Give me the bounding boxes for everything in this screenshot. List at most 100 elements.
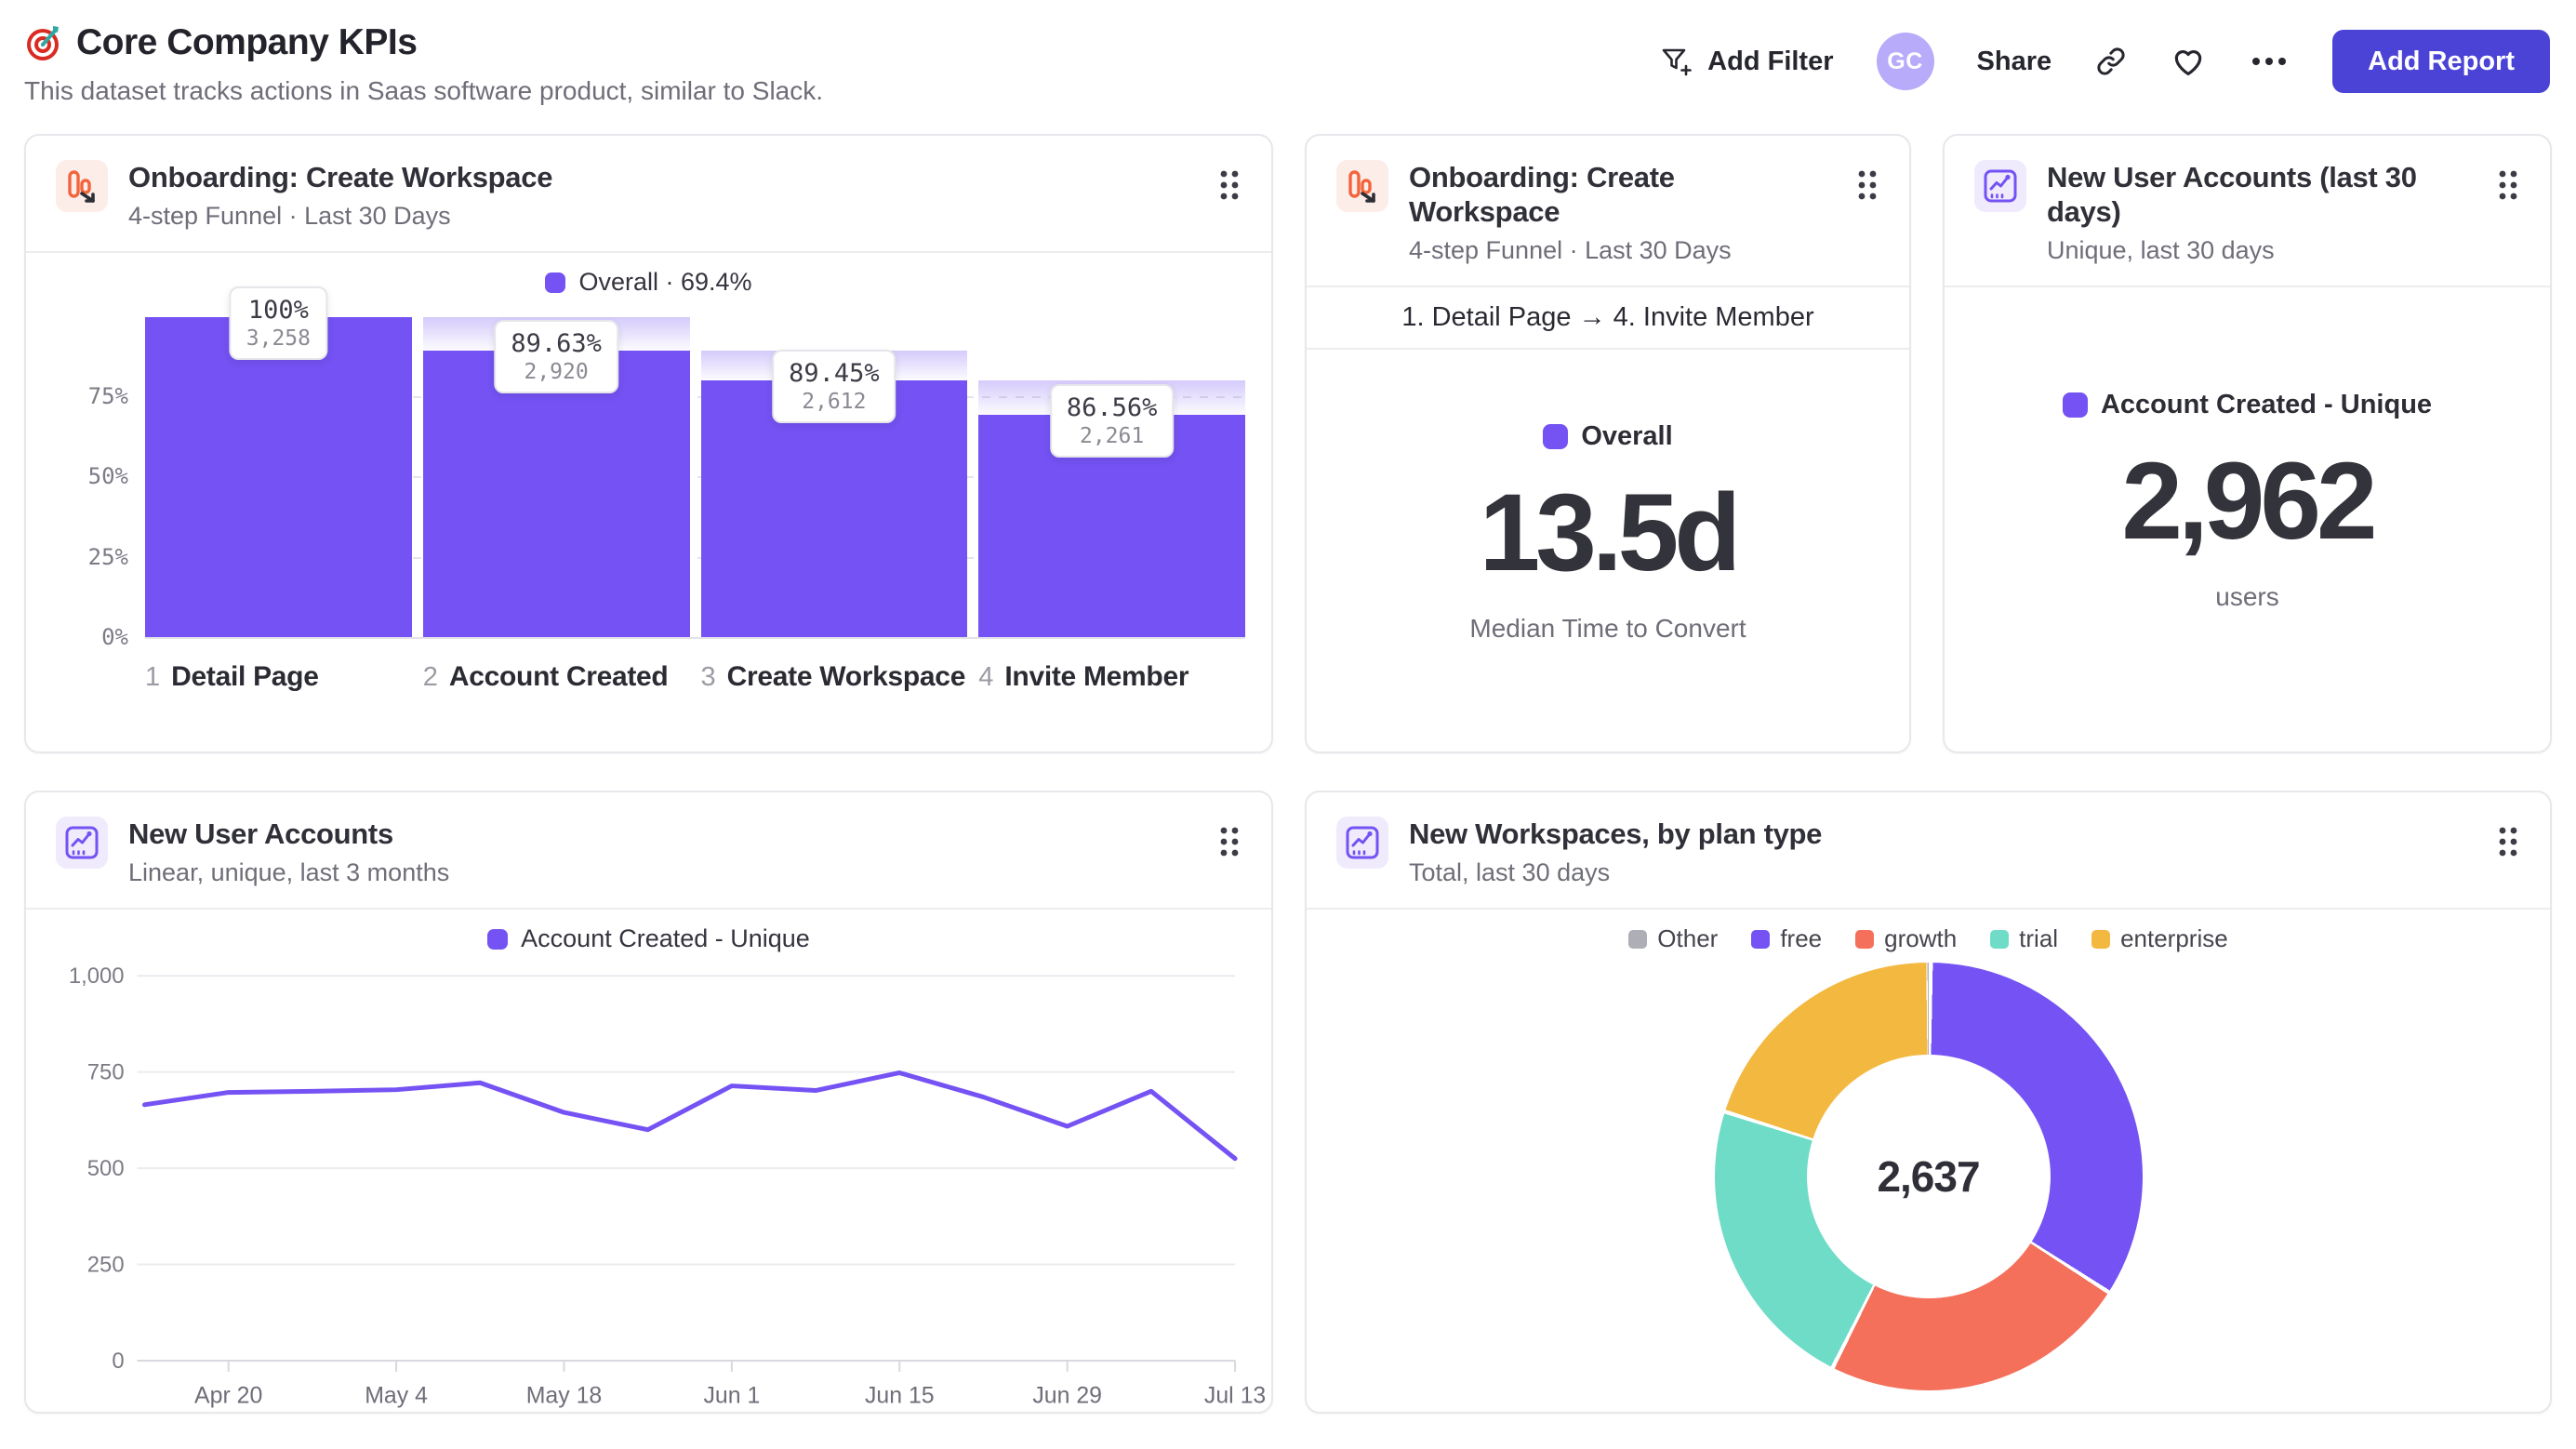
card-subtitle: Total, last 30 days xyxy=(1409,858,1611,887)
legend-swatch xyxy=(545,272,566,293)
donut-total: 2,637 xyxy=(1877,1151,1980,1201)
page-title-row: Core Company KPIs xyxy=(24,22,823,63)
funnel-step-name: Account Created xyxy=(448,661,669,693)
funnel-bar[interactable]: 89.63% 2,920 xyxy=(422,317,690,638)
metric-legend[interactable]: Overall xyxy=(1543,420,1673,452)
legend-item[interactable]: growth xyxy=(1855,924,1957,953)
legend-swatch xyxy=(1628,929,1648,949)
card-title: New User Accounts (last 30 days) xyxy=(2047,161,2417,229)
legend-swatch xyxy=(1543,423,1569,449)
heart-icon xyxy=(2174,50,2202,76)
legend-label: Overall xyxy=(1581,420,1673,451)
line-xtick-label: Jun 1 xyxy=(703,1383,760,1409)
funnel-step-name: Invite Member xyxy=(1004,661,1189,693)
legend-item[interactable]: free xyxy=(1751,924,1822,953)
add-filter-label: Add Filter xyxy=(1707,46,1834,76)
legend-label: Other xyxy=(1657,924,1719,953)
funnel-bar[interactable]: 100% 3,258 xyxy=(145,286,412,638)
legend-label: free xyxy=(1780,924,1823,953)
line-chart-icon xyxy=(56,817,108,869)
metric-caption: users xyxy=(2215,582,2279,612)
funnel-rate: 89.63% xyxy=(511,328,602,358)
card-subtitle: Linear, unique, last 3 months xyxy=(128,858,450,887)
card-header: Onboarding: Create Workspace 4-step Funn… xyxy=(1307,136,1909,286)
legend-swatch xyxy=(1990,929,2010,949)
line-series[interactable] xyxy=(141,1070,1238,1162)
favorite-button[interactable] xyxy=(2171,44,2206,79)
line-xtick-label: Jun 29 xyxy=(1032,1383,1102,1409)
share-button[interactable]: Share xyxy=(1977,47,2052,77)
filter-plus-icon xyxy=(1662,48,1692,76)
page-title: Core Company KPIs xyxy=(76,22,418,62)
drag-handle-icon[interactable] xyxy=(2492,164,2524,209)
target-icon xyxy=(27,26,59,60)
more-ellipsis-icon xyxy=(2252,58,2287,65)
donut-chart[interactable]: 2,637 xyxy=(1714,962,2143,1390)
avatar[interactable]: GC xyxy=(1876,33,1934,90)
card-subtitle: 4-step Funnel · Last 30 Days xyxy=(128,202,451,231)
card-time-to-convert: Onboarding: Create Workspace 4-step Funn… xyxy=(1305,134,1911,753)
donut-legend: Other free growth trial enterprise xyxy=(1307,924,2550,953)
funnel-legend[interactable]: Overall · 69.4% xyxy=(26,268,1271,297)
funnel-step-name: Create Workspace xyxy=(726,661,966,693)
legend-swatch xyxy=(487,928,509,950)
funnel-bar[interactable]: 89.45% 2,612 xyxy=(700,317,968,638)
funnel-bar[interactable]: 86.56% 2,261 xyxy=(978,317,1245,638)
legend-label: Account Created - Unique xyxy=(2100,390,2433,420)
line-xtick-label: May 4 xyxy=(365,1383,428,1409)
legend-item[interactable]: enterprise xyxy=(2091,924,2228,953)
card-title: Onboarding: Create Workspace xyxy=(1409,161,1675,229)
legend-item[interactable]: trial xyxy=(1990,924,2058,953)
line-ytick-label: 500 xyxy=(87,1156,125,1181)
funnel-value-chip: 100% 3,258 xyxy=(229,286,327,361)
card-titles: New User Accounts Linear, unique, last 3… xyxy=(128,817,1193,887)
line-chart-svg: 0 250 500 750 1,000 Apr 20 May 4 May 18 Jun 1 Jun… xyxy=(69,964,1266,1409)
funnel-step-label: 2 Account Created xyxy=(423,661,690,693)
line-ytick-label: 0 xyxy=(112,1349,124,1374)
metric-legend[interactable]: Account Created - Unique xyxy=(2062,390,2433,420)
funnel-bars: 100% 3,258 89.63% 2,920 89.45% 2,612 86.56% 2,2… xyxy=(145,286,1245,640)
legend-label: enterprise xyxy=(2120,924,2228,953)
funnel-count: 3,258 xyxy=(246,326,311,352)
funnel-bar-fill xyxy=(422,350,690,638)
drag-handle-icon[interactable] xyxy=(1214,164,1245,209)
card-header: New User Accounts (last 30 days) Unique,… xyxy=(1945,136,2550,286)
card-funnel: Onboarding: Create Workspace 4-step Funn… xyxy=(24,134,1273,753)
funnel-rate: 86.56% xyxy=(1066,393,1158,423)
funnel-count: 2,920 xyxy=(524,359,589,384)
line-xtick-label: Jun 15 xyxy=(865,1383,935,1409)
page-header: Core Company KPIs This dataset tracks ac… xyxy=(0,0,2576,106)
card-subtitle: 4-step Funnel · Last 30 Days xyxy=(1409,236,1732,265)
line-legend[interactable]: Account Created - Unique xyxy=(26,924,1271,953)
funnel-step-label: 1 Detail Page xyxy=(145,661,412,693)
legend-label: growth xyxy=(1884,924,1958,953)
funnel-rate: 89.45% xyxy=(789,359,880,389)
legend-label: Overall · 69.4% xyxy=(578,268,752,297)
drag-handle-icon[interactable] xyxy=(1214,820,1245,866)
card-title: New Workspaces, by plan type xyxy=(1409,818,1823,850)
add-filter-button[interactable]: Add Filter xyxy=(1659,44,1834,79)
funnel-step-number: 4 xyxy=(978,662,994,693)
funnel-count: 2,261 xyxy=(1079,424,1145,449)
legend-item[interactable]: Other xyxy=(1628,924,1718,953)
card-title: Onboarding: Create Workspace xyxy=(128,161,553,193)
donut-hole: 2,637 xyxy=(1806,1054,2051,1298)
funnel-chart: 0% 25% 50% 75% 100% 3,258 89.63% 2,920 89.45% 2,… xyxy=(56,286,1245,650)
drag-handle-icon[interactable] xyxy=(1852,164,1883,209)
funnel-ytick-label: 75% xyxy=(87,382,128,409)
card-titles: Onboarding: Create Workspace 4-step Funn… xyxy=(1409,160,1831,265)
legend-swatch xyxy=(1751,929,1771,949)
card-header: New Workspaces, by plan type Total, last… xyxy=(1307,792,2550,908)
legend-swatch xyxy=(1855,929,1875,949)
funnel-ytick-label: 50% xyxy=(87,463,128,490)
card-title: New User Accounts xyxy=(128,818,393,850)
add-report-button[interactable]: Add Report xyxy=(2332,30,2550,93)
funnel-chart-icon xyxy=(56,160,108,212)
line-chart-icon xyxy=(1974,160,2026,212)
card-titles: Onboarding: Create Workspace 4-step Funn… xyxy=(128,160,1193,231)
drag-handle-icon[interactable] xyxy=(2492,820,2524,866)
more-menu-button[interactable] xyxy=(2249,56,2290,67)
funnel-steps: 1 Detail Page 2 Account Created 3 Create Work… xyxy=(145,661,1245,693)
copy-link-button[interactable] xyxy=(2094,45,2128,78)
card-new-users-trend: New User Accounts Linear, unique, last 3… xyxy=(24,791,1273,1414)
